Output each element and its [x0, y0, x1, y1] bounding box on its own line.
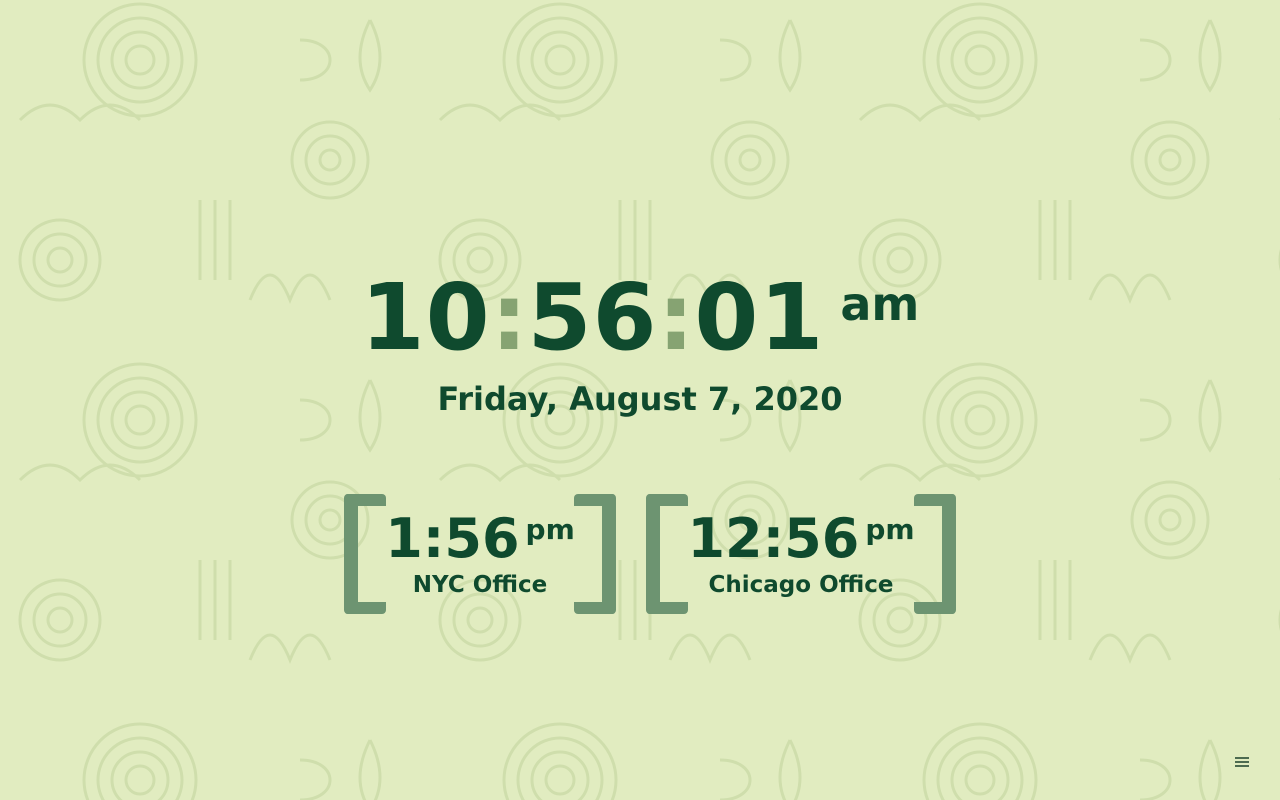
- office-time-period: pm: [525, 513, 575, 546]
- office-time-period: pm: [865, 513, 915, 546]
- clock-hours: 10: [360, 264, 491, 371]
- office-clock-chicago: 12:56 pm Chicago Office: [646, 494, 956, 614]
- office-label: NYC Office: [412, 572, 548, 598]
- main-clock: 10:56:01 am: [0, 268, 1280, 368]
- clock-seconds: 01: [694, 264, 825, 371]
- clock-separator: :: [490, 264, 528, 371]
- current-date: Friday, August 7, 2020: [437, 380, 843, 418]
- clock-minutes: 56: [527, 264, 658, 371]
- office-time-value: 12:56: [687, 507, 860, 570]
- office-clock-nyc: 1:56 pm NYC Office: [344, 494, 616, 614]
- office-time-value: 1:56: [385, 507, 520, 570]
- office-label: Chicago Office: [708, 572, 894, 598]
- office-time: 12:56 pm: [646, 508, 956, 570]
- clock-period: am: [840, 277, 920, 331]
- hamburger-menu-icon[interactable]: [1232, 754, 1252, 770]
- clock-separator: :: [657, 264, 695, 371]
- office-time: 1:56 pm: [344, 508, 616, 570]
